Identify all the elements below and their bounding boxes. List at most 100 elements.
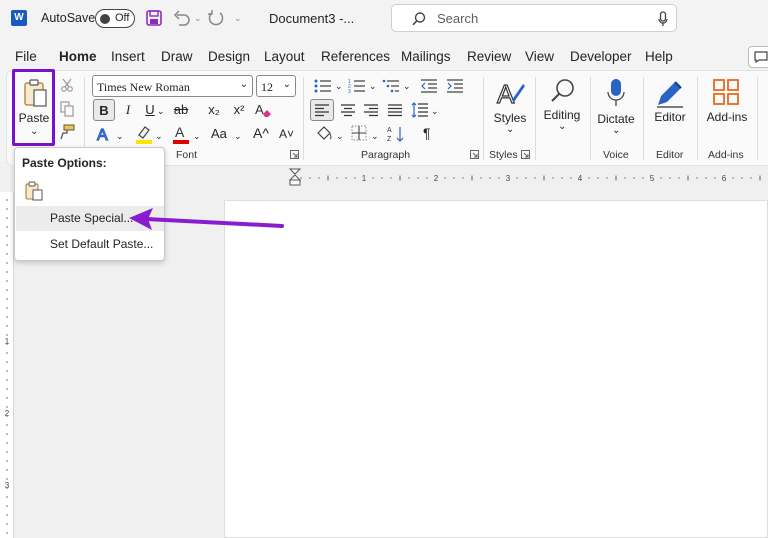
separator [535, 77, 536, 160]
redo-icon[interactable] [207, 9, 225, 27]
italic-button[interactable]: I [117, 99, 139, 121]
undo-icon[interactable] [173, 10, 191, 26]
customize-toolbar-icon[interactable]: ⌄ [234, 13, 242, 24]
tab-draw[interactable]: Draw [161, 49, 193, 64]
tab-help[interactable]: Help [645, 49, 673, 64]
tab-insert[interactable]: Insert [111, 49, 145, 64]
voice-group-label: Voice [603, 149, 629, 161]
numbering-dropdown-icon[interactable]: ⌄ [369, 81, 377, 92]
strikethrough-button[interactable]: ab [170, 99, 192, 121]
font-dialog-launcher-icon[interactable] [290, 150, 299, 159]
styles-dialog-launcher-icon[interactable] [521, 150, 530, 159]
autosave-toggle[interactable]: Off [95, 9, 135, 28]
change-case-button[interactable]: Aa [211, 126, 227, 141]
tab-view[interactable]: View [525, 49, 554, 64]
decrease-indent-icon[interactable] [420, 78, 438, 94]
align-right-icon[interactable] [363, 103, 379, 117]
clear-formatting-icon[interactable]: A [254, 101, 272, 119]
highlight-color-icon[interactable] [135, 125, 153, 145]
paragraph-dialog-launcher-icon[interactable] [470, 150, 479, 159]
ruler-number: 3 [5, 481, 10, 490]
separator [303, 77, 304, 160]
tab-mailings[interactable]: Mailings [401, 49, 451, 64]
tab-home[interactable]: Home [59, 49, 97, 64]
grow-font-button[interactable]: A^ [253, 125, 269, 141]
multilevel-list-icon[interactable] [382, 78, 400, 94]
tab-design[interactable]: Design [208, 49, 250, 64]
shrink-font-button[interactable]: A˅ [279, 127, 294, 141]
copy-icon[interactable] [60, 101, 74, 117]
ruler-number: 1 [5, 337, 10, 346]
bullets-dropdown-icon[interactable]: ⌄ [335, 81, 343, 92]
paste-options-title: Paste Options: [22, 156, 107, 170]
line-spacing-icon[interactable] [411, 102, 429, 118]
shading-icon[interactable] [315, 125, 333, 143]
add-ins-group-label: Add-ins [708, 149, 744, 161]
word-app-icon[interactable]: W [11, 10, 27, 26]
superscript-button[interactable]: x² [228, 99, 250, 121]
editing-button[interactable] [539, 76, 585, 140]
multilevel-dropdown-icon[interactable]: ⌄ [403, 81, 411, 92]
styles-group-label: Styles [489, 149, 518, 161]
change-case-dropdown-icon[interactable]: ⌄ [234, 131, 242, 142]
align-center-icon[interactable] [340, 103, 356, 117]
search-placeholder: Search [437, 11, 479, 26]
paste-keep-formatting-icon [25, 181, 43, 201]
show-formatting-button[interactable]: ¶ [423, 125, 431, 141]
separator [643, 77, 644, 160]
search-input[interactable]: Search [391, 4, 677, 32]
autosave-state: Off [115, 12, 130, 24]
separator [757, 77, 758, 160]
add-ins-button[interactable] [701, 76, 753, 140]
numbering-icon[interactable]: 123 [348, 78, 366, 95]
increase-indent-icon[interactable] [446, 78, 464, 94]
tab-review[interactable]: Review [467, 49, 511, 64]
underline-dropdown-icon[interactable]: ⌄ [157, 106, 165, 117]
text-effects-icon[interactable]: A [96, 125, 112, 144]
horizontal-ruler[interactable]: 1 2 3 4 5 6 [286, 171, 768, 185]
indent-marker-icon[interactable] [288, 168, 302, 186]
subscript-button[interactable]: x₂ [203, 99, 225, 121]
vertical-ruler[interactable]: 1 2 3 [0, 192, 14, 538]
document-page[interactable] [224, 200, 768, 538]
tab-file[interactable]: File [15, 49, 37, 64]
cut-icon[interactable] [60, 78, 74, 92]
bullets-icon[interactable] [314, 78, 332, 94]
format-painter-icon[interactable] [59, 124, 75, 140]
justify-icon[interactable] [387, 103, 403, 117]
font-group-label: Font [176, 149, 198, 161]
font-size-select[interactable]: 12 ⌄ [256, 75, 296, 97]
editor-button[interactable] [647, 76, 693, 140]
line-spacing-dropdown-icon[interactable]: ⌄ [431, 106, 439, 117]
font-color-icon[interactable]: A [172, 123, 190, 145]
svg-text:A: A [255, 102, 264, 117]
paragraph-group-label: Paragraph [361, 149, 411, 161]
highlight-dropdown-icon[interactable]: ⌄ [155, 131, 163, 142]
microphone-icon[interactable] [658, 11, 668, 27]
editor-group-label: Editor [656, 149, 684, 161]
font-name-select[interactable]: Times New Roman ⌄ [92, 75, 253, 97]
font-name-value: Times New Roman [97, 80, 190, 94]
tab-developer[interactable]: Developer [570, 49, 632, 64]
borders-icon[interactable] [351, 125, 367, 141]
comments-button[interactable] [748, 46, 768, 68]
shading-dropdown-icon[interactable]: ⌄ [336, 131, 344, 142]
tab-layout[interactable]: Layout [264, 49, 305, 64]
align-left-button[interactable] [310, 99, 334, 121]
styles-button[interactable] [487, 76, 532, 140]
font-color-dropdown-icon[interactable]: ⌄ [193, 131, 201, 142]
text-effects-dropdown-icon[interactable]: ⌄ [116, 131, 124, 142]
bold-button[interactable]: B [93, 99, 115, 121]
paste-button[interactable] [12, 69, 55, 146]
ruler-number: 5 [650, 174, 655, 183]
save-icon[interactable] [146, 10, 162, 26]
keep-source-formatting-button[interactable] [23, 180, 45, 202]
dictate-button[interactable] [594, 76, 638, 140]
borders-dropdown-icon[interactable]: ⌄ [371, 131, 379, 142]
sort-icon[interactable]: AZ [387, 125, 407, 143]
undo-dropdown-icon[interactable]: ⌄ [194, 13, 202, 24]
set-default-paste-menu-item[interactable]: Set Default Paste... [16, 232, 164, 257]
ruler-number: 1 [362, 174, 367, 183]
font-size-value: 12 [261, 80, 273, 94]
tab-references[interactable]: References [321, 49, 390, 64]
